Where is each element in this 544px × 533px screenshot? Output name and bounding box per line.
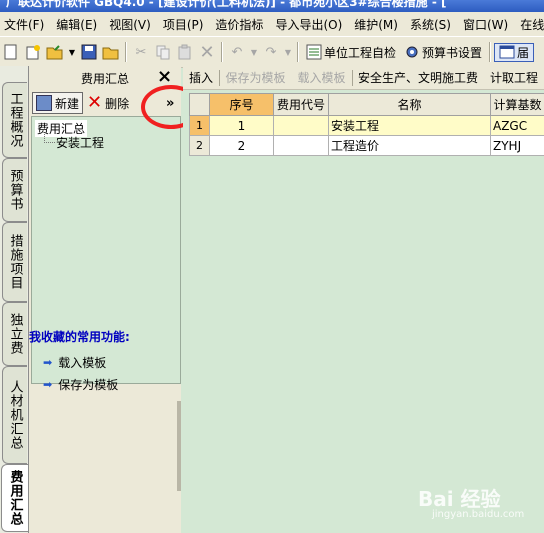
menu-cost-index[interactable]: 造价指标 <box>209 16 269 33</box>
budget-settings-label: 预算书设置 <box>422 45 483 60</box>
safety-fee-button[interactable]: 安全生产、文明施工费 <box>352 69 484 86</box>
window-icon <box>499 44 515 60</box>
new-label: 新建 <box>55 96 80 111</box>
save-as-template-button[interactable]: 保存为模板 <box>219 69 291 86</box>
new-icon <box>36 95 52 111</box>
side-panel: 费用汇总 × 新建 ✕ 删除 » 费用汇总 安装工程 我收藏的常用功能: ➡ 载… <box>29 66 181 533</box>
favorite-save-template[interactable]: ➡ 保存为模板 <box>43 376 118 393</box>
main-toolbar: ▼ ✂ ✕ ↶ ▼ ↷ ▼ 单位工程自检 预算书设置 届 <box>0 36 544 68</box>
delete-icon[interactable]: ✕ <box>198 42 216 63</box>
arrow-right-icon: ➡ <box>43 378 53 391</box>
menu-import-export[interactable]: 导入导出(O) <box>269 16 348 33</box>
delete-button[interactable]: ✕ 删除 <box>87 92 130 113</box>
tab-budget[interactable]: 预算书 <box>2 158 27 222</box>
menu-maintain[interactable]: 维护(M) <box>348 16 404 33</box>
new-project-icon[interactable] <box>24 43 42 61</box>
menu-file[interactable]: 文件(F) <box>0 16 50 33</box>
tab-measures[interactable]: 措施项目 <box>2 222 27 302</box>
paste-icon[interactable] <box>176 43 194 61</box>
column-header-code[interactable]: 费用代号 <box>273 93 329 116</box>
budget-settings-button[interactable]: 预算书设置 <box>400 44 486 61</box>
fee-table: 序号 费用代号 名称 计算基数 1 1 安装工程 AZGC 2 2 工程造价 Z… <box>189 93 544 156</box>
table-header-row: 序号 费用代号 名称 计算基数 <box>189 93 544 116</box>
redo-dropdown-icon[interactable]: ▼ <box>284 43 292 61</box>
load-template-button[interactable]: 载入模板 <box>291 69 351 86</box>
baidu-watermark: Bai 经验 <box>418 487 501 511</box>
tree-item-install[interactable]: 安装工程 <box>56 134 104 151</box>
favorite-label: 保存为模板 <box>58 378 119 392</box>
watermark-url: jingyan.baidu.com <box>432 509 525 520</box>
menu-system[interactable]: 系统(S) <box>404 16 457 33</box>
menu-view[interactable]: 视图(V) <box>103 16 157 33</box>
title-bar: 广联达计价软件 GBQ4.0 - [建设计价(工料机法)] - 都市苑小区3#综… <box>0 0 544 12</box>
cell-code[interactable] <box>273 115 329 136</box>
open-folder-icon[interactable] <box>46 43 64 61</box>
menu-edit[interactable]: 编辑(E) <box>50 16 103 33</box>
toolbar-separator <box>125 42 127 62</box>
toolbar-separator <box>297 42 299 62</box>
cell-base[interactable]: AZGC <box>490 115 544 136</box>
cell-name[interactable]: 安装工程 <box>328 115 491 136</box>
property-button[interactable]: 届 <box>494 42 535 62</box>
delete-label: 删除 <box>105 96 130 111</box>
redo-icon[interactable]: ↷ <box>262 43 280 61</box>
undo-dropdown-icon[interactable]: ▼ <box>250 43 258 61</box>
corner-header[interactable] <box>189 93 210 116</box>
insert-button[interactable]: 插入 <box>183 69 219 86</box>
unit-check-button[interactable]: 单位工程自检 <box>302 44 400 61</box>
window-title: 广联达计价软件 GBQ4.0 - [建设计价(工料机法)] - 都市苑小区3#综… <box>6 0 447 9</box>
menu-project[interactable]: 项目(P) <box>157 16 210 33</box>
cell-base[interactable]: ZYHJ <box>490 135 544 156</box>
fee-toolbar: 插入 保存为模板 载入模板 安全生产、文明施工费 计取工程 <box>183 66 544 90</box>
tab-independent-fee[interactable]: 独立费 <box>2 302 27 366</box>
table-row[interactable]: 1 1 安装工程 AZGC <box>189 115 544 136</box>
main-area: 插入 保存为模板 载入模板 安全生产、文明施工费 计取工程 序号 费用代号 名称… <box>183 66 544 533</box>
undo-icon[interactable]: ↶ <box>228 43 246 61</box>
menu-online[interactable]: 在线 <box>514 16 544 33</box>
unit-check-label: 单位工程自检 <box>324 45 397 60</box>
column-header-name[interactable]: 名称 <box>328 93 491 116</box>
column-header-base[interactable]: 计算基数 <box>490 93 544 116</box>
arrow-right-icon: ➡ <box>43 356 53 369</box>
cut-icon[interactable]: ✂ <box>132 43 150 61</box>
panel-scrollbar[interactable] <box>177 401 181 491</box>
new-file-icon[interactable] <box>2 43 20 61</box>
save-icon[interactable] <box>80 43 98 61</box>
toolbar-separator <box>489 42 492 62</box>
dropdown-arrow-icon[interactable]: ▼ <box>68 43 76 61</box>
gear-icon <box>404 44 420 60</box>
property-label: 届 <box>517 45 530 60</box>
column-header-seq[interactable]: 序号 <box>209 93 274 116</box>
new-button[interactable]: 新建 <box>32 92 84 114</box>
tree-connector <box>44 134 55 143</box>
cell-code[interactable] <box>273 135 329 156</box>
toolbar-separator <box>221 42 223 62</box>
cell-seq[interactable]: 2 <box>209 135 274 156</box>
tab-fee-summary[interactable]: 费用汇总 <box>1 464 28 532</box>
calc-fee-button[interactable]: 计取工程 <box>484 69 544 86</box>
tab-labor-material-summary[interactable]: 人材机汇总 <box>2 366 27 464</box>
tab-project-overview[interactable]: 工程概况 <box>2 82 27 158</box>
close-icon[interactable]: × <box>157 67 172 87</box>
cell-name[interactable]: 工程造价 <box>328 135 491 156</box>
delete-x-icon: ✕ <box>87 92 103 113</box>
copy-icon[interactable] <box>154 43 172 61</box>
favorites-title: 我收藏的常用功能: <box>29 330 130 344</box>
row-number[interactable]: 1 <box>189 115 210 136</box>
checklist-icon <box>306 44 322 60</box>
cell-seq[interactable]: 1 <box>209 115 274 136</box>
favorite-label: 载入模板 <box>58 356 107 370</box>
vertical-tab-bar: 工程概况 预算书 措施项目 独立费 人材机汇总 费用汇总 <box>0 66 29 533</box>
row-number[interactable]: 2 <box>189 135 210 156</box>
menu-bar: 文件(F) 编辑(E) 视图(V) 项目(P) 造价指标 导入导出(O) 维护(… <box>0 12 544 36</box>
folder-icon[interactable] <box>102 43 120 61</box>
table-row[interactable]: 2 2 工程造价 ZYHJ <box>189 135 544 156</box>
menu-window[interactable]: 窗口(W) <box>457 16 514 33</box>
favorite-load-template[interactable]: ➡ 载入模板 <box>43 354 106 371</box>
